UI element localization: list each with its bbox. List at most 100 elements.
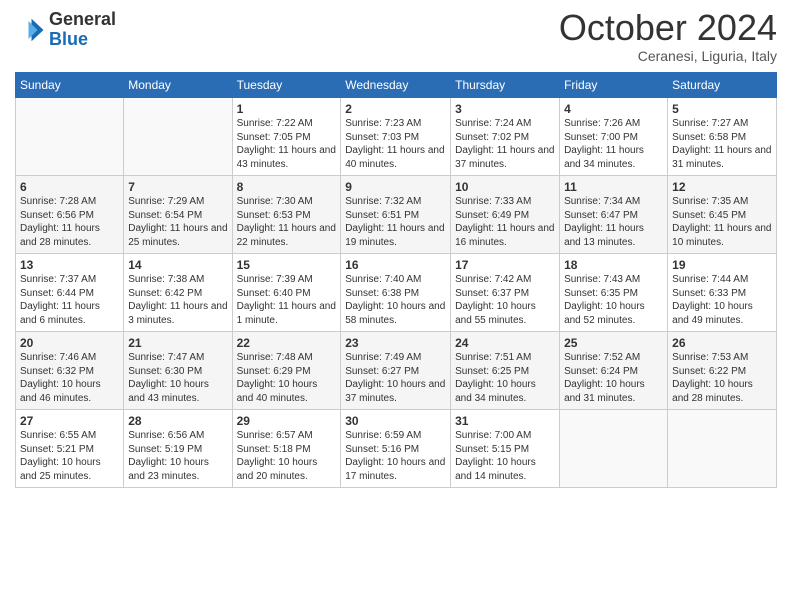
calendar-cell-w5-d1: 28Sunrise: 6:56 AM Sunset: 5:19 PM Dayli… xyxy=(124,410,232,488)
week-row-4: 20Sunrise: 7:46 AM Sunset: 6:32 PM Dayli… xyxy=(16,332,777,410)
calendar-cell-w1-d3: 2Sunrise: 7:23 AM Sunset: 7:03 PM Daylig… xyxy=(341,98,451,176)
day-number: 28 xyxy=(128,414,227,428)
day-number: 2 xyxy=(345,102,446,116)
day-info: Sunrise: 7:52 AM Sunset: 6:24 PM Dayligh… xyxy=(564,351,663,405)
week-row-5: 27Sunrise: 6:55 AM Sunset: 5:21 PM Dayli… xyxy=(16,410,777,488)
calendar-cell-w3-d0: 13Sunrise: 7:37 AM Sunset: 6:44 PM Dayli… xyxy=(16,254,124,332)
calendar-cell-w2-d1: 7Sunrise: 7:29 AM Sunset: 6:54 PM Daylig… xyxy=(124,176,232,254)
calendar-cell-w1-d1 xyxy=(124,98,232,176)
header-thursday: Thursday xyxy=(451,73,560,98)
day-info: Sunrise: 7:22 AM Sunset: 7:05 PM Dayligh… xyxy=(237,117,337,171)
logo-blue: Blue xyxy=(49,29,88,49)
day-info: Sunrise: 7:32 AM Sunset: 6:51 PM Dayligh… xyxy=(345,195,446,249)
day-number: 11 xyxy=(564,180,663,194)
day-number: 12 xyxy=(672,180,772,194)
calendar-cell-w2-d0: 6Sunrise: 7:28 AM Sunset: 6:56 PM Daylig… xyxy=(16,176,124,254)
day-info: Sunrise: 6:57 AM Sunset: 5:18 PM Dayligh… xyxy=(237,429,337,483)
day-number: 25 xyxy=(564,336,663,350)
day-info: Sunrise: 7:47 AM Sunset: 6:30 PM Dayligh… xyxy=(128,351,227,405)
day-info: Sunrise: 7:53 AM Sunset: 6:22 PM Dayligh… xyxy=(672,351,772,405)
day-number: 8 xyxy=(237,180,337,194)
day-number: 29 xyxy=(237,414,337,428)
calendar-cell-w4-d5: 25Sunrise: 7:52 AM Sunset: 6:24 PM Dayli… xyxy=(560,332,668,410)
calendar-table: Sunday Monday Tuesday Wednesday Thursday… xyxy=(15,72,777,488)
calendar-cell-w4-d0: 20Sunrise: 7:46 AM Sunset: 6:32 PM Dayli… xyxy=(16,332,124,410)
calendar-cell-w5-d2: 29Sunrise: 6:57 AM Sunset: 5:18 PM Dayli… xyxy=(232,410,341,488)
day-info: Sunrise: 7:39 AM Sunset: 6:40 PM Dayligh… xyxy=(237,273,337,327)
day-number: 30 xyxy=(345,414,446,428)
day-number: 19 xyxy=(672,258,772,272)
calendar-cell-w3-d3: 16Sunrise: 7:40 AM Sunset: 6:38 PM Dayli… xyxy=(341,254,451,332)
logo-general: General xyxy=(49,9,116,29)
week-row-1: 1Sunrise: 7:22 AM Sunset: 7:05 PM Daylig… xyxy=(16,98,777,176)
day-number: 9 xyxy=(345,180,446,194)
day-number: 31 xyxy=(455,414,555,428)
calendar-cell-w4-d6: 26Sunrise: 7:53 AM Sunset: 6:22 PM Dayli… xyxy=(668,332,777,410)
header-sunday: Sunday xyxy=(16,73,124,98)
calendar-cell-w4-d1: 21Sunrise: 7:47 AM Sunset: 6:30 PM Dayli… xyxy=(124,332,232,410)
day-number: 13 xyxy=(20,258,119,272)
day-number: 3 xyxy=(455,102,555,116)
calendar-cell-w5-d4: 31Sunrise: 7:00 AM Sunset: 5:15 PM Dayli… xyxy=(451,410,560,488)
calendar-cell-w4-d4: 24Sunrise: 7:51 AM Sunset: 6:25 PM Dayli… xyxy=(451,332,560,410)
calendar-cell-w2-d5: 11Sunrise: 7:34 AM Sunset: 6:47 PM Dayli… xyxy=(560,176,668,254)
header-wednesday: Wednesday xyxy=(341,73,451,98)
calendar-cell-w1-d2: 1Sunrise: 7:22 AM Sunset: 7:05 PM Daylig… xyxy=(232,98,341,176)
month-title: October 2024 xyxy=(559,10,777,46)
week-row-2: 6Sunrise: 7:28 AM Sunset: 6:56 PM Daylig… xyxy=(16,176,777,254)
calendar-cell-w5-d0: 27Sunrise: 6:55 AM Sunset: 5:21 PM Dayli… xyxy=(16,410,124,488)
day-info: Sunrise: 7:40 AM Sunset: 6:38 PM Dayligh… xyxy=(345,273,446,327)
day-info: Sunrise: 7:29 AM Sunset: 6:54 PM Dayligh… xyxy=(128,195,227,249)
calendar-cell-w1-d4: 3Sunrise: 7:24 AM Sunset: 7:02 PM Daylig… xyxy=(451,98,560,176)
day-number: 22 xyxy=(237,336,337,350)
day-number: 6 xyxy=(20,180,119,194)
day-info: Sunrise: 6:56 AM Sunset: 5:19 PM Dayligh… xyxy=(128,429,227,483)
day-number: 4 xyxy=(564,102,663,116)
header-monday: Monday xyxy=(124,73,232,98)
day-info: Sunrise: 7:37 AM Sunset: 6:44 PM Dayligh… xyxy=(20,273,119,327)
day-info: Sunrise: 7:49 AM Sunset: 6:27 PM Dayligh… xyxy=(345,351,446,405)
day-info: Sunrise: 6:59 AM Sunset: 5:16 PM Dayligh… xyxy=(345,429,446,483)
location-title: Ceranesi, Liguria, Italy xyxy=(559,48,777,64)
day-number: 20 xyxy=(20,336,119,350)
calendar-cell-w3-d5: 18Sunrise: 7:43 AM Sunset: 6:35 PM Dayli… xyxy=(560,254,668,332)
day-info: Sunrise: 7:51 AM Sunset: 6:25 PM Dayligh… xyxy=(455,351,555,405)
day-number: 24 xyxy=(455,336,555,350)
calendar-cell-w5-d3: 30Sunrise: 6:59 AM Sunset: 5:16 PM Dayli… xyxy=(341,410,451,488)
calendar-cell-w1-d5: 4Sunrise: 7:26 AM Sunset: 7:00 PM Daylig… xyxy=(560,98,668,176)
day-number: 10 xyxy=(455,180,555,194)
day-number: 23 xyxy=(345,336,446,350)
page-container: General Blue October 2024 Ceranesi, Ligu… xyxy=(0,0,792,493)
week-row-3: 13Sunrise: 7:37 AM Sunset: 6:44 PM Dayli… xyxy=(16,254,777,332)
day-info: Sunrise: 7:43 AM Sunset: 6:35 PM Dayligh… xyxy=(564,273,663,327)
day-info: Sunrise: 7:00 AM Sunset: 5:15 PM Dayligh… xyxy=(455,429,555,483)
day-info: Sunrise: 7:34 AM Sunset: 6:47 PM Dayligh… xyxy=(564,195,663,249)
header-friday: Friday xyxy=(560,73,668,98)
weekday-header-row: Sunday Monday Tuesday Wednesday Thursday… xyxy=(16,73,777,98)
day-number: 16 xyxy=(345,258,446,272)
calendar-cell-w5-d6 xyxy=(668,410,777,488)
day-info: Sunrise: 7:48 AM Sunset: 6:29 PM Dayligh… xyxy=(237,351,337,405)
day-info: Sunrise: 7:46 AM Sunset: 6:32 PM Dayligh… xyxy=(20,351,119,405)
calendar-cell-w3-d4: 17Sunrise: 7:42 AM Sunset: 6:37 PM Dayli… xyxy=(451,254,560,332)
day-info: Sunrise: 7:33 AM Sunset: 6:49 PM Dayligh… xyxy=(455,195,555,249)
day-number: 17 xyxy=(455,258,555,272)
logo-icon xyxy=(15,15,45,45)
calendar-cell-w2-d4: 10Sunrise: 7:33 AM Sunset: 6:49 PM Dayli… xyxy=(451,176,560,254)
calendar-cell-w2-d3: 9Sunrise: 7:32 AM Sunset: 6:51 PM Daylig… xyxy=(341,176,451,254)
day-number: 18 xyxy=(564,258,663,272)
day-info: Sunrise: 7:23 AM Sunset: 7:03 PM Dayligh… xyxy=(345,117,446,171)
calendar-cell-w1-d6: 5Sunrise: 7:27 AM Sunset: 6:58 PM Daylig… xyxy=(668,98,777,176)
calendar-cell-w2-d6: 12Sunrise: 7:35 AM Sunset: 6:45 PM Dayli… xyxy=(668,176,777,254)
day-info: Sunrise: 7:44 AM Sunset: 6:33 PM Dayligh… xyxy=(672,273,772,327)
day-number: 27 xyxy=(20,414,119,428)
day-number: 7 xyxy=(128,180,227,194)
day-info: Sunrise: 7:30 AM Sunset: 6:53 PM Dayligh… xyxy=(237,195,337,249)
day-number: 14 xyxy=(128,258,227,272)
calendar-cell-w1-d0 xyxy=(16,98,124,176)
day-info: Sunrise: 7:24 AM Sunset: 7:02 PM Dayligh… xyxy=(455,117,555,171)
day-info: Sunrise: 7:26 AM Sunset: 7:00 PM Dayligh… xyxy=(564,117,663,171)
day-number: 15 xyxy=(237,258,337,272)
day-info: Sunrise: 6:55 AM Sunset: 5:21 PM Dayligh… xyxy=(20,429,119,483)
header: General Blue October 2024 Ceranesi, Ligu… xyxy=(15,10,777,64)
